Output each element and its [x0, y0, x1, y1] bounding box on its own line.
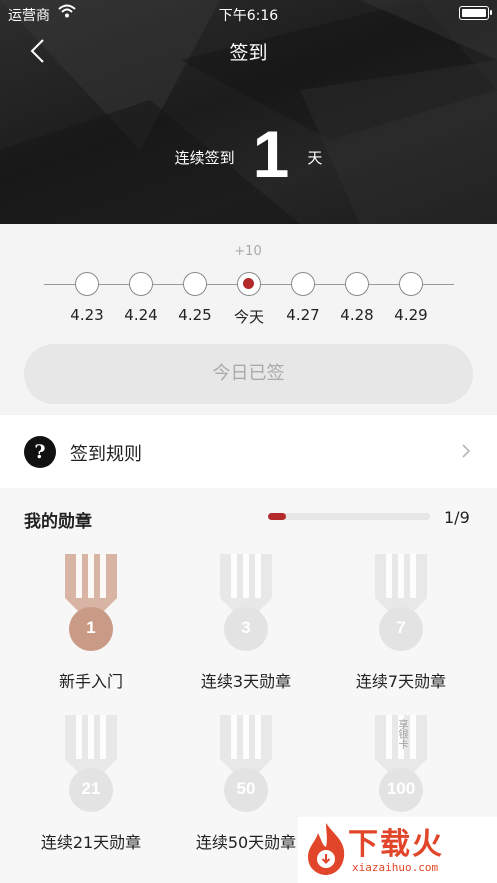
watermark-title: 下载火	[348, 827, 444, 862]
question-icon: ?	[24, 436, 56, 468]
timeline-date-label: 4.25	[178, 306, 212, 324]
timeline-date-label: 4.28	[340, 306, 374, 324]
streak-unit: 天	[307, 149, 323, 167]
medal-ribbon-text: 享银卡	[396, 719, 407, 749]
medal-label: 连续7天勋章	[355, 672, 447, 691]
medal-item[interactable]: 3 连续3天勋章	[171, 554, 321, 704]
timeline-dot	[129, 272, 153, 296]
rules-row[interactable]: ? 签到规则	[0, 415, 497, 488]
battery-icon	[459, 6, 492, 20]
medal-icon	[220, 715, 272, 812]
medal-icon	[375, 554, 427, 651]
medal-label: 连续3天勋章	[200, 672, 292, 691]
timeline-date-label: 4.23	[70, 306, 104, 324]
timeline-date-label: 4.24	[124, 306, 158, 324]
timeline-date-label: 今天	[233, 308, 264, 326]
medals-title: 我的勋章	[24, 512, 92, 532]
bonus-points: +10	[234, 244, 262, 259]
timeline-date-label: 4.27	[286, 306, 320, 324]
medal-label: 新手入门	[58, 672, 123, 691]
header-banner: 运营商 下午6:16 签到 连续签到 1 天	[0, 0, 497, 224]
timeline-dot	[75, 272, 99, 296]
medal-icon	[220, 554, 272, 651]
rules-label: 签到规则	[70, 444, 142, 465]
timeline-dot	[399, 272, 423, 296]
page-title: 签到	[229, 42, 268, 64]
streak-counter: 连续签到 1 天	[0, 116, 497, 192]
timeline-dot-today	[237, 272, 261, 296]
medal-progress-fill	[268, 513, 286, 520]
medal-number: 7	[396, 618, 406, 637]
timeline-dot	[183, 272, 207, 296]
streak-label: 连续签到	[174, 149, 235, 167]
medal-number: 21	[81, 779, 101, 798]
timeline-date-label: 4.29	[394, 306, 428, 324]
medal-number: 50	[236, 779, 256, 798]
status-bar: 运营商 下午6:16	[0, 0, 497, 26]
streak-days: 1	[252, 117, 290, 191]
medal-label: 连续21天勋章	[40, 833, 142, 852]
chevron-right-icon	[462, 444, 471, 458]
medal-item[interactable]: 7 连续7天勋章	[326, 554, 476, 704]
clock: 下午6:16	[218, 8, 279, 24]
medal-number: 3	[241, 618, 251, 637]
watermark-url: xiazaihuo.com	[352, 861, 439, 874]
timeline-dot	[291, 272, 315, 296]
medal-item[interactable]: 1 新手入门	[16, 554, 166, 704]
medal-icon	[65, 715, 117, 812]
watermark: 下载火 xiazaihuo.com	[298, 817, 497, 883]
medal-progress-bar	[268, 513, 430, 520]
signed-in-button[interactable]: 今日已签	[24, 344, 473, 404]
medal-progress-text: 1/9	[444, 508, 470, 527]
timeline-dot	[345, 272, 369, 296]
medal-number: 1	[86, 618, 96, 637]
medal-icon	[65, 554, 117, 651]
flame-logo-icon	[308, 823, 345, 875]
medal-number: 100	[386, 779, 416, 798]
medal-item[interactable]: 21 连续21天勋章	[16, 715, 166, 865]
